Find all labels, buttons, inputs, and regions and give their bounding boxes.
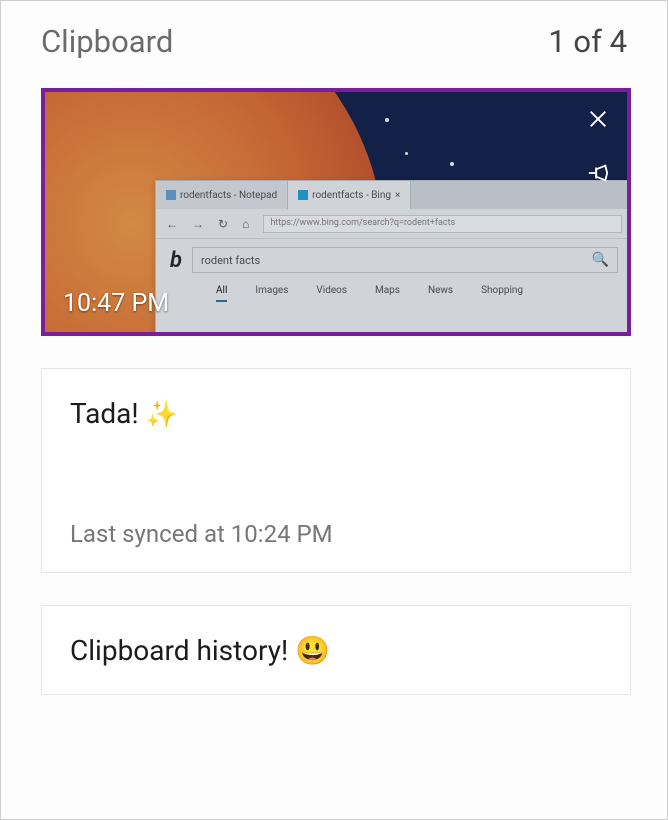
thumbnail-tab-label: rodentfacts - Bing <box>312 190 391 201</box>
clipboard-item-image[interactable]: rodentfacts - Notepad rodentfacts - Bing… <box>41 88 631 336</box>
pin-icon[interactable] <box>583 158 613 188</box>
clipboard-panel: Clipboard 1 of 4 rodentfacts - Notepad r… <box>0 0 668 820</box>
bing-logo: b <box>170 248 182 273</box>
thumbnail-search-tabs: All Images Videos Maps News Shopping <box>156 277 631 302</box>
panel-header: Clipboard 1 of 4 <box>1 1 667 70</box>
clipboard-list[interactable]: rodentfacts - Notepad rodentfacts - Bing… <box>1 70 667 819</box>
item-text-content: Tada! ✨ <box>70 397 602 430</box>
item-timestamp: 10:47 PM <box>63 289 169 318</box>
thumbnail: rodentfacts - Notepad rodentfacts - Bing… <box>45 92 627 332</box>
panel-title: Clipboard <box>41 23 173 60</box>
smile-icon: 😃 <box>295 634 330 667</box>
search-icon: 🔍 <box>592 252 609 268</box>
thumbnail-search-query: rodent facts <box>201 254 260 267</box>
item-sync-meta: Last synced at 10:24 PM <box>70 430 602 548</box>
sparkles-icon: ✨ <box>146 400 178 430</box>
clipboard-item-text[interactable]: Clipboard history! 😃 <box>41 605 631 695</box>
item-text-content: Clipboard history! 😃 <box>70 634 602 667</box>
thumbnail-url: https://www.bing.com/search?q=rodent+fac… <box>263 215 622 233</box>
thumbnail-tab-label: rodentfacts - Notepad <box>180 190 277 201</box>
clipboard-item-text[interactable]: Tada! ✨ Last synced at 10:24 PM <box>41 368 631 573</box>
close-icon[interactable] <box>583 104 613 134</box>
thumbnail-browser-window: rodentfacts - Notepad rodentfacts - Bing… <box>155 180 631 336</box>
item-counter: 1 of 4 <box>548 23 627 60</box>
